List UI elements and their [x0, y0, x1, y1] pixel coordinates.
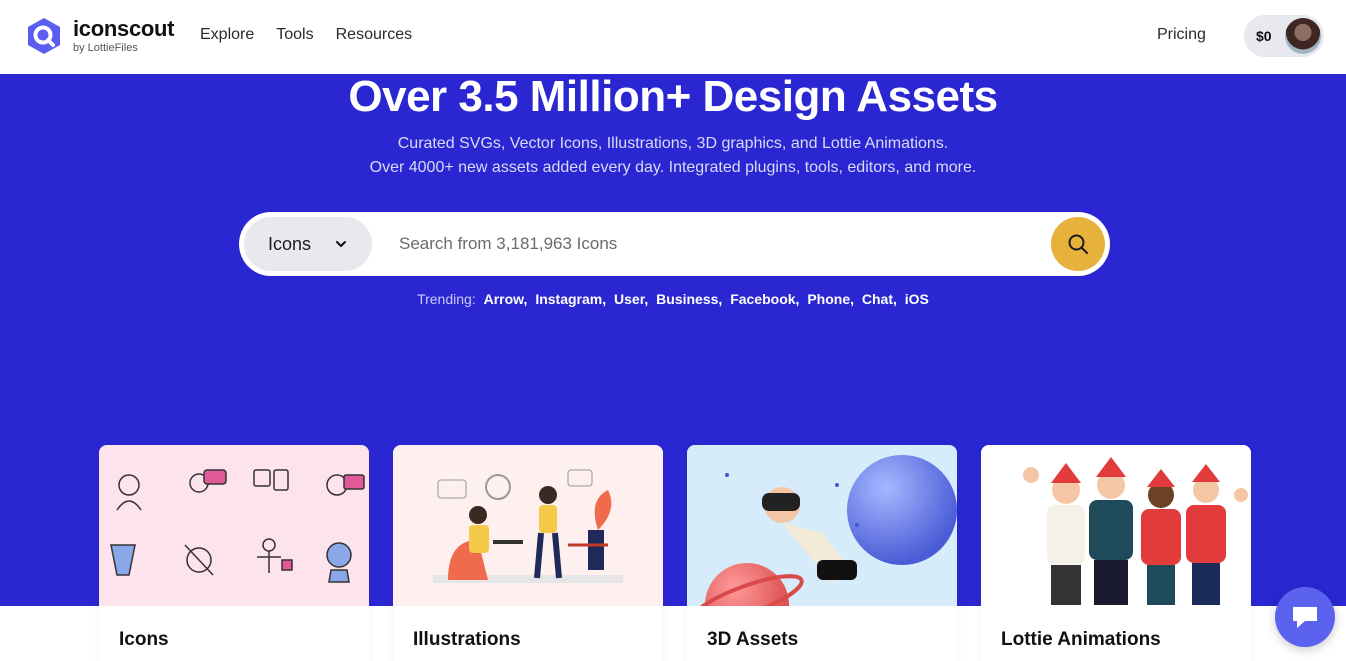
3d-assets-preview-image: [687, 445, 957, 606]
category-card-3d-assets[interactable]: 3D Assets: [687, 445, 957, 661]
search-bar: Icons: [239, 212, 1110, 276]
iconscout-logo-icon: [28, 18, 60, 54]
logo-subtitle: by LottieFiles: [73, 42, 138, 54]
icons-preview-image: [99, 445, 369, 606]
top-navigation-bar: iconscout by LottieFiles Explore Tools R…: [0, 0, 1346, 74]
chat-icon: [1293, 607, 1317, 628]
card-label-icons: Icons: [119, 629, 169, 650]
trending-item-phone[interactable]: Phone,: [807, 291, 854, 307]
nav-tools[interactable]: Tools: [276, 26, 313, 44]
card-label-lottie-animations: Lottie Animations: [1001, 629, 1161, 650]
category-card-illustrations[interactable]: Illustrations: [393, 445, 663, 661]
chat-support-button[interactable]: [1275, 587, 1335, 647]
category-card-lottie-animations[interactable]: Lottie Animations: [981, 445, 1251, 661]
trending-item-user[interactable]: User,: [614, 291, 648, 307]
hero-subtitle-line1: Curated SVGs, Vector Icons, Illustration…: [397, 135, 949, 152]
asset-type-dropdown[interactable]: Icons: [244, 217, 372, 271]
main-nav: Explore Tools Resources: [200, 26, 412, 44]
hero-title: Over 3.5 Million+ Design Assets: [348, 72, 998, 121]
logo[interactable]: iconscout by LottieFiles: [24, 16, 175, 56]
trending-item-facebook[interactable]: Facebook,: [730, 291, 799, 307]
nav-pricing[interactable]: Pricing: [1157, 26, 1206, 44]
trending-searches: Trending: Arrow, Instagram, User, Busine…: [0, 291, 1346, 307]
wallet-amount: $0: [1256, 28, 1272, 44]
chevron-down-icon: [336, 241, 346, 247]
illustrations-preview-image: [393, 445, 663, 606]
trending-item-arrow[interactable]: Arrow,: [484, 291, 528, 307]
search-input[interactable]: [399, 224, 1039, 264]
trending-item-instagram[interactable]: Instagram,: [535, 291, 606, 307]
search-icon: [1068, 234, 1088, 254]
asset-type-label: Icons: [268, 233, 312, 254]
trending-item-business[interactable]: Business,: [656, 291, 722, 307]
trending-item-ios[interactable]: iOS: [905, 291, 929, 307]
trending-item-chat[interactable]: Chat,: [862, 291, 897, 307]
lottie-animations-preview-image: [981, 445, 1251, 606]
nav-explore[interactable]: Explore: [200, 26, 254, 44]
search-button[interactable]: [1051, 217, 1105, 271]
card-label-illustrations: Illustrations: [413, 629, 521, 650]
user-avatar[interactable]: [1285, 18, 1321, 54]
category-card-icons[interactable]: Icons: [99, 445, 369, 661]
nav-resources[interactable]: Resources: [336, 26, 412, 44]
hero-subtitle-line2: Over 4000+ new assets added every day. I…: [369, 159, 977, 176]
card-label-3d-assets: 3D Assets: [707, 629, 799, 650]
trending-label: Trending:: [417, 291, 476, 307]
wallet-button[interactable]: $0: [1244, 15, 1324, 57]
logo-name: iconscout: [73, 16, 175, 41]
